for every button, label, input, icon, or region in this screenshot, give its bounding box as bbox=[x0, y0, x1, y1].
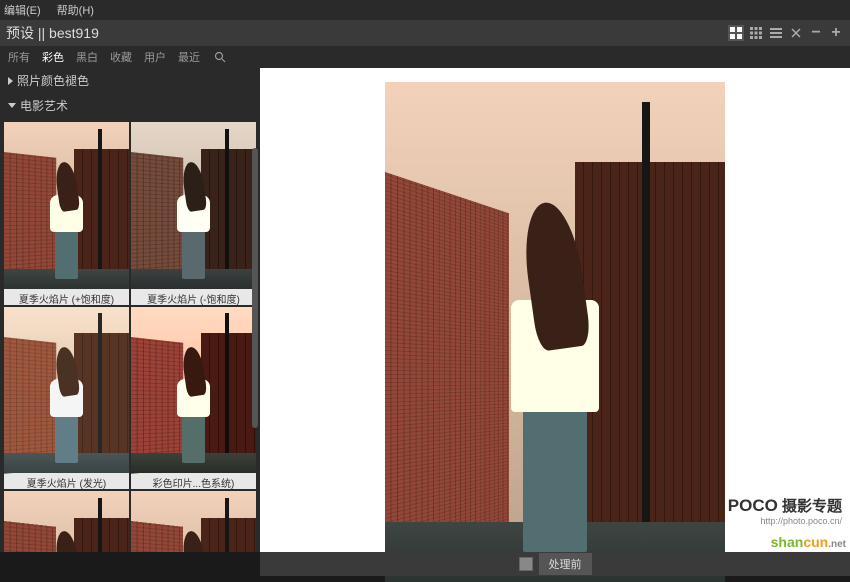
category-cinema-art[interactable]: 电影艺术 bbox=[0, 93, 260, 118]
menu-edit[interactable]: 编辑(E) bbox=[4, 2, 41, 18]
tab-favorite[interactable]: 收藏 bbox=[110, 49, 132, 65]
preset-item[interactable]: 夏季火焰片 (-饱和度) bbox=[131, 122, 256, 305]
category-label: 照片颜色褪色 bbox=[17, 72, 89, 89]
filter-tabs: 所有 彩色 黑白 收藏 用户 最近 bbox=[0, 46, 850, 68]
search-icon[interactable] bbox=[212, 49, 228, 65]
minus-icon[interactable]: − bbox=[808, 25, 824, 41]
chevron-right-icon bbox=[8, 77, 13, 85]
list-icon[interactable] bbox=[768, 25, 784, 41]
preset-thumbnail bbox=[4, 491, 129, 552]
site-watermark: shancun.net bbox=[771, 534, 846, 550]
main-area: 照片颜色褪色 电影艺术 夏季火焰片 (+饱和度) 夏季火焰片 (-饱和度) 夏季… bbox=[0, 68, 850, 552]
preset-sidebar: 照片颜色褪色 电影艺术 夏季火焰片 (+饱和度) 夏季火焰片 (-饱和度) 夏季… bbox=[0, 68, 260, 552]
preset-item[interactable]: 夏季火焰片 (+饱和度) bbox=[4, 122, 129, 305]
grid-small-icon[interactable] bbox=[748, 25, 764, 41]
before-checkbox[interactable] bbox=[519, 557, 533, 571]
preview-image bbox=[385, 82, 725, 582]
view-controls: − + bbox=[728, 25, 844, 41]
category-label: 电影艺术 bbox=[20, 97, 68, 114]
tab-bw[interactable]: 黑白 bbox=[76, 49, 98, 65]
preset-thumbnail bbox=[4, 307, 129, 474]
preset-item[interactable]: 彩色印片...色系统) bbox=[131, 307, 256, 490]
preset-label: 夏季火焰片 (+饱和度) bbox=[4, 289, 129, 305]
preview-area: POCO 摄影专题 http://photo.poco.cn/ shancun.… bbox=[260, 68, 850, 552]
plus-icon[interactable]: + bbox=[828, 25, 844, 41]
preset-label: 彩色印片...色系统) bbox=[131, 473, 256, 489]
category-photo-fade[interactable]: 照片颜色褪色 bbox=[0, 68, 260, 93]
preset-label: 夏季火焰片 (-饱和度) bbox=[131, 289, 256, 305]
preset-item[interactable]: 夏季火焰片 (发光) bbox=[4, 307, 129, 490]
preset-thumbnail bbox=[131, 122, 256, 289]
preset-thumbnail bbox=[131, 307, 256, 474]
preset-item[interactable] bbox=[4, 491, 129, 552]
preset-thumbnail bbox=[4, 122, 129, 289]
preset-grid: 夏季火焰片 (+饱和度) 夏季火焰片 (-饱和度) 夏季火焰片 (发光) 彩色印… bbox=[0, 118, 260, 552]
before-button[interactable]: 处理前 bbox=[539, 553, 592, 575]
preset-thumbnail bbox=[131, 491, 256, 552]
bottom-bar: 处理前 bbox=[260, 552, 850, 576]
preset-label: 夏季火焰片 (发光) bbox=[4, 473, 129, 489]
grid-large-icon[interactable] bbox=[728, 25, 744, 41]
menu-bar: 编辑(E) 帮助(H) bbox=[0, 0, 850, 20]
tab-all[interactable]: 所有 bbox=[8, 49, 30, 65]
tab-color[interactable]: 彩色 bbox=[42, 49, 64, 65]
panel-title: 预设 || best919 bbox=[6, 23, 99, 43]
panel-header: 预设 || best919 − + bbox=[0, 20, 850, 46]
watermark: POCO 摄影专题 http://photo.poco.cn/ bbox=[728, 495, 842, 526]
scrollbar[interactable] bbox=[252, 148, 258, 428]
chevron-down-icon bbox=[8, 103, 16, 108]
tab-user[interactable]: 用户 bbox=[144, 49, 166, 65]
collapse-icon[interactable] bbox=[788, 25, 804, 41]
preset-item[interactable] bbox=[131, 491, 256, 552]
tab-recent[interactable]: 最近 bbox=[178, 49, 200, 65]
menu-help[interactable]: 帮助(H) bbox=[57, 2, 94, 18]
